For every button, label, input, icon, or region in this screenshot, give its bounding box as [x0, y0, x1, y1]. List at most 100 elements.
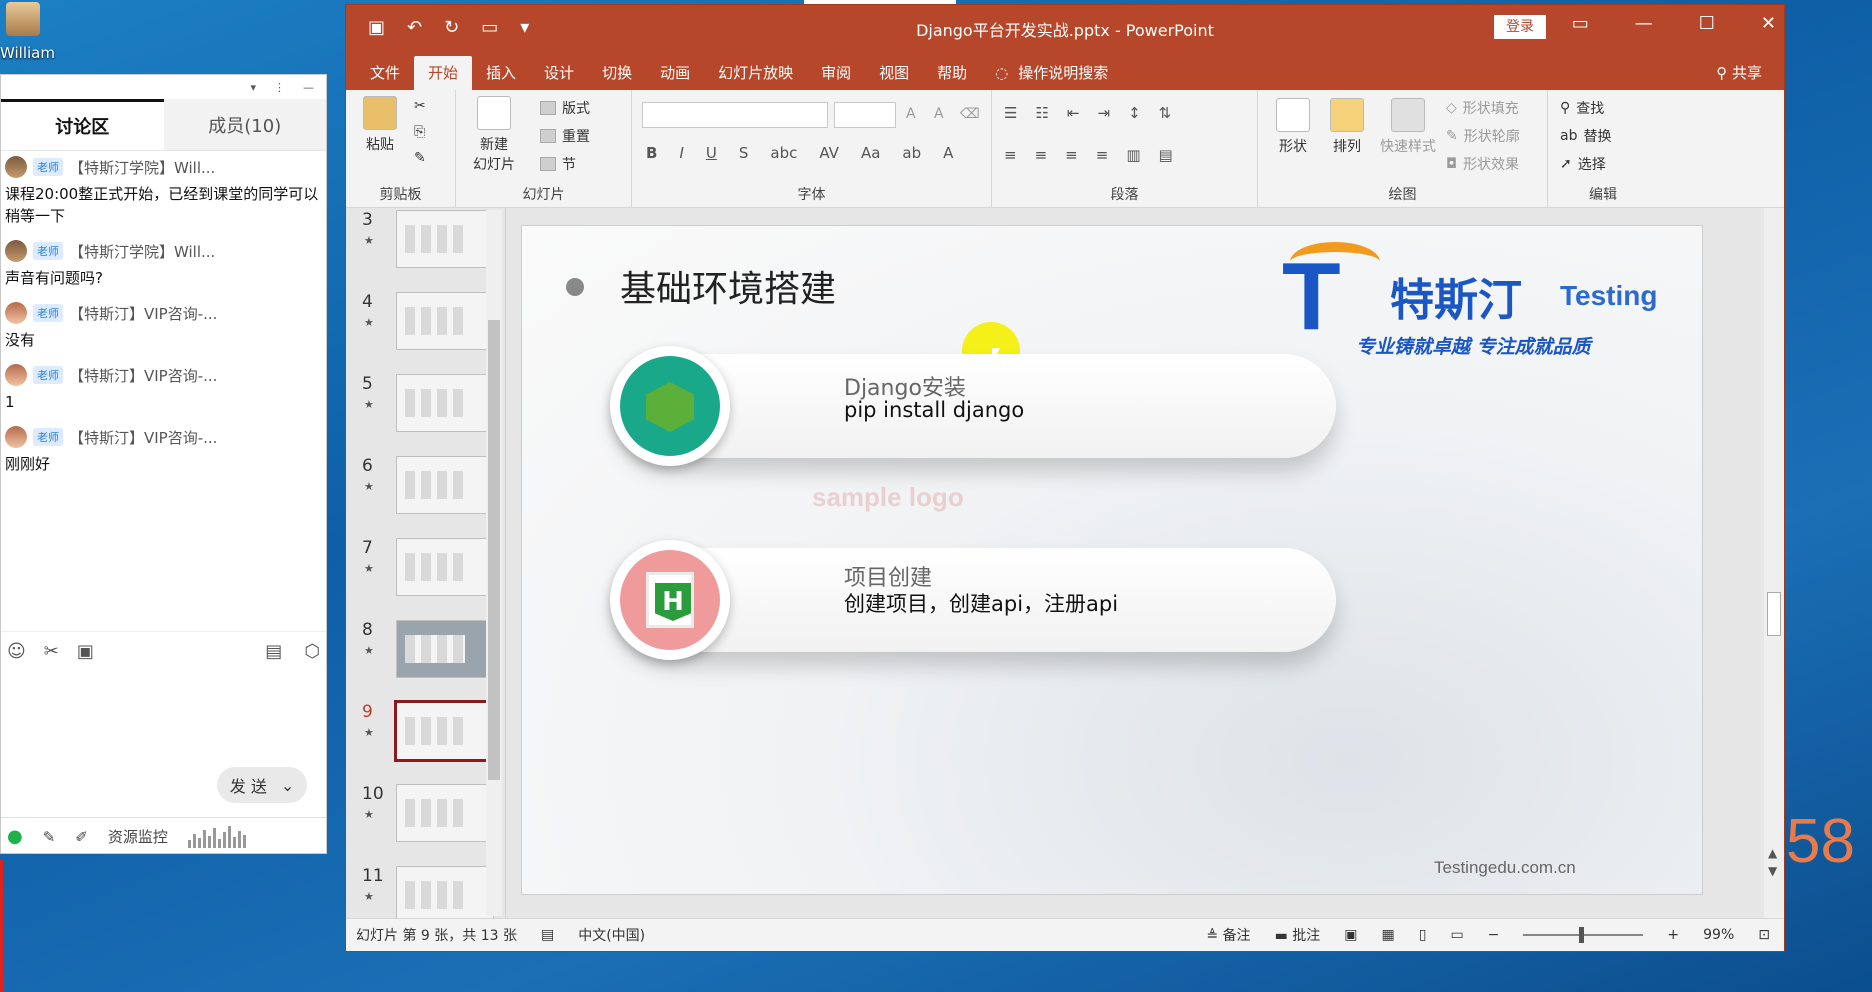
slide-canvas[interactable]: 基础环境搭建 T 特斯汀 Testing 专业铸就卓越 专注成就品质 Djang… [522, 226, 1702, 894]
thumbnail-slide-5[interactable]: 5 ★ [356, 374, 496, 436]
font-color-icon[interactable]: A [943, 144, 953, 162]
tab-home[interactable]: 开始 [414, 56, 473, 90]
tab-transitions[interactable]: 切换 [588, 56, 646, 90]
zoom-level[interactable]: 99% [1703, 927, 1734, 943]
shape-outline-button[interactable]: ✎ 形状轮廓 [1446, 126, 1520, 146]
pen-icon[interactable]: ✐ [75, 828, 88, 846]
slide-title[interactable]: 基础环境搭建 [620, 260, 836, 312]
settings-icon[interactable]: ⬡ [304, 641, 320, 662]
italic-icon[interactable]: I [679, 144, 683, 162]
tab-slideshow[interactable]: 幻灯片放映 [704, 56, 807, 90]
prev-next-slide-icons[interactable]: ▲ ▼ [1768, 844, 1777, 880]
select-button[interactable]: ➚ 选择 [1560, 154, 1606, 174]
scrollbar-thumb[interactable] [1767, 592, 1781, 636]
layout-button[interactable]: 版式 [540, 98, 590, 118]
shape-effects-button[interactable]: ◘ 形状效果 [1446, 154, 1519, 174]
fit-slide-icon[interactable]: ⊡ [1758, 927, 1770, 943]
reading-view-icon[interactable]: ▯ [1419, 927, 1427, 943]
content-item-project[interactable]: H 项目创建 创建项目，创建api，注册api [610, 540, 1336, 660]
scrollbar-thumb[interactable] [488, 320, 500, 780]
find-button[interactable]: ⚲ 查找 [1560, 98, 1604, 118]
emoji-icon[interactable]: ☺ [7, 641, 26, 662]
scissors-icon[interactable]: ✂ [44, 641, 59, 662]
shadow-icon[interactable]: S [739, 144, 749, 162]
tab-members[interactable]: 成员(10) [163, 99, 326, 150]
thumbnail-slide-7[interactable]: 7 ★ [356, 538, 496, 600]
language[interactable]: 中文(中国) [578, 925, 645, 945]
tab-discussion[interactable]: 讨论区 [1, 99, 164, 150]
zoom-in-icon[interactable]: + [1667, 927, 1679, 943]
clear-format-icon[interactable]: ⌫ [960, 106, 980, 122]
content-item-django[interactable]: Django安装 pip install django [610, 346, 1336, 466]
reset-button[interactable]: 重置 [540, 126, 590, 146]
chevron-down-icon[interactable]: ⌄ [281, 776, 294, 795]
zoom-out-icon[interactable]: − [1488, 927, 1500, 943]
text-direction-icon[interactable]: ⇅ [1159, 104, 1172, 122]
more-icon[interactable]: ⋮ [274, 81, 285, 94]
pin-icon[interactable]: ▾ [250, 81, 256, 94]
underline-icon[interactable]: U [706, 144, 717, 162]
decrease-indent-icon[interactable]: ⇤ [1067, 104, 1080, 122]
char-spacing-icon[interactable]: AV [819, 144, 839, 162]
copy-icon[interactable]: ⎘ [414, 124, 425, 140]
translate-icon[interactable]: ▤ [265, 641, 282, 662]
justify-icon[interactable]: ≡ [1096, 146, 1109, 164]
cut-icon[interactable]: ✂ [414, 98, 426, 114]
shape-fill-button[interactable]: ◇ 形状填充 [1446, 98, 1519, 118]
share-button[interactable]: ⚲ 共享 [1716, 56, 1784, 90]
slide-sorter-icon[interactable]: ▦ [1381, 927, 1394, 943]
maximize-icon[interactable]: ☐ [1699, 13, 1715, 34]
align-left-icon[interactable]: ≡ [1004, 146, 1017, 164]
format-painter-icon[interactable]: ✎ [414, 150, 426, 166]
thumbnail-slide-6[interactable]: 6 ★ [356, 456, 496, 518]
thumbnail-slide-8[interactable]: 8 ★ [356, 620, 496, 682]
notes-button[interactable]: ≜ 备注 [1206, 925, 1250, 945]
arrange-button[interactable]: 排列 [1322, 98, 1372, 156]
company-logo[interactable]: T 特斯汀 Testing 专业铸就卓越 专注成就品质 [1282, 236, 1692, 358]
slideshow-icon[interactable]: ▭ [1450, 927, 1463, 943]
ribbon-display-icon[interactable]: ▭ [1572, 13, 1589, 34]
thumbnail-slide-4[interactable]: 4 ★ [356, 292, 496, 354]
thumbnail-slide-10[interactable]: 10 ★ [356, 784, 496, 846]
bullets-icon[interactable]: ☰ [1004, 104, 1017, 122]
tab-view[interactable]: 视图 [865, 56, 923, 90]
font-shrink-icon[interactable]: A [934, 106, 944, 122]
font-grow-icon[interactable]: A [906, 106, 916, 122]
highlight-icon[interactable]: ab [902, 144, 921, 162]
spellcheck-icon[interactable]: ▤ [541, 927, 554, 943]
line-spacing-icon[interactable]: ↕ [1128, 104, 1141, 122]
bold-icon[interactable]: B [646, 144, 657, 162]
numbering-icon[interactable]: ☷ [1035, 104, 1048, 122]
thumbnail-scrollbar[interactable] [486, 210, 502, 916]
replace-button[interactable]: ab 替换 [1560, 126, 1611, 146]
tell-me-search[interactable]: ◌ 操作说明搜索 [981, 56, 1122, 90]
tab-file[interactable]: 文件 [356, 56, 414, 90]
paste-button[interactable]: 粘贴 [360, 96, 400, 154]
tab-review[interactable]: 审阅 [807, 56, 865, 90]
zoom-slider[interactable] [1523, 927, 1644, 943]
strikethrough-icon[interactable]: abc [770, 144, 797, 162]
close-icon[interactable]: ✕ [1761, 13, 1776, 34]
thumbnail-slide-9[interactable]: 9 ★ [356, 700, 498, 764]
zoom-slider-thumb[interactable] [1579, 927, 1585, 943]
minimize-icon[interactable]: — [303, 81, 314, 94]
desktop-user-icon[interactable]: William [0, 0, 60, 64]
align-center-icon[interactable]: ≡ [1035, 146, 1048, 164]
tab-animations[interactable]: 动画 [646, 56, 704, 90]
pen-off-icon[interactable]: ✎ [43, 828, 56, 846]
image-icon[interactable]: ▣ [77, 641, 94, 662]
font-size-select[interactable] [834, 102, 896, 128]
quick-styles-button[interactable]: 快速样式 [1376, 98, 1440, 156]
normal-view-icon[interactable]: ▣ [1344, 927, 1357, 943]
thumbnail-slide-3[interactable]: 3 ★ [356, 210, 496, 272]
tab-help[interactable]: 帮助 [923, 56, 981, 90]
align-right-icon[interactable]: ≡ [1065, 146, 1078, 164]
send-button[interactable]: 发 送 ⌄ [217, 767, 307, 803]
section-button[interactable]: 节 [540, 154, 576, 174]
font-family-select[interactable] [642, 102, 828, 128]
minimize-icon[interactable]: — [1635, 13, 1653, 34]
increase-indent-icon[interactable]: ⇥ [1097, 104, 1110, 122]
tab-insert[interactable]: 插入 [472, 56, 530, 90]
login-button[interactable]: 登录 [1494, 15, 1546, 39]
align-text-icon[interactable]: ▤ [1159, 146, 1173, 164]
